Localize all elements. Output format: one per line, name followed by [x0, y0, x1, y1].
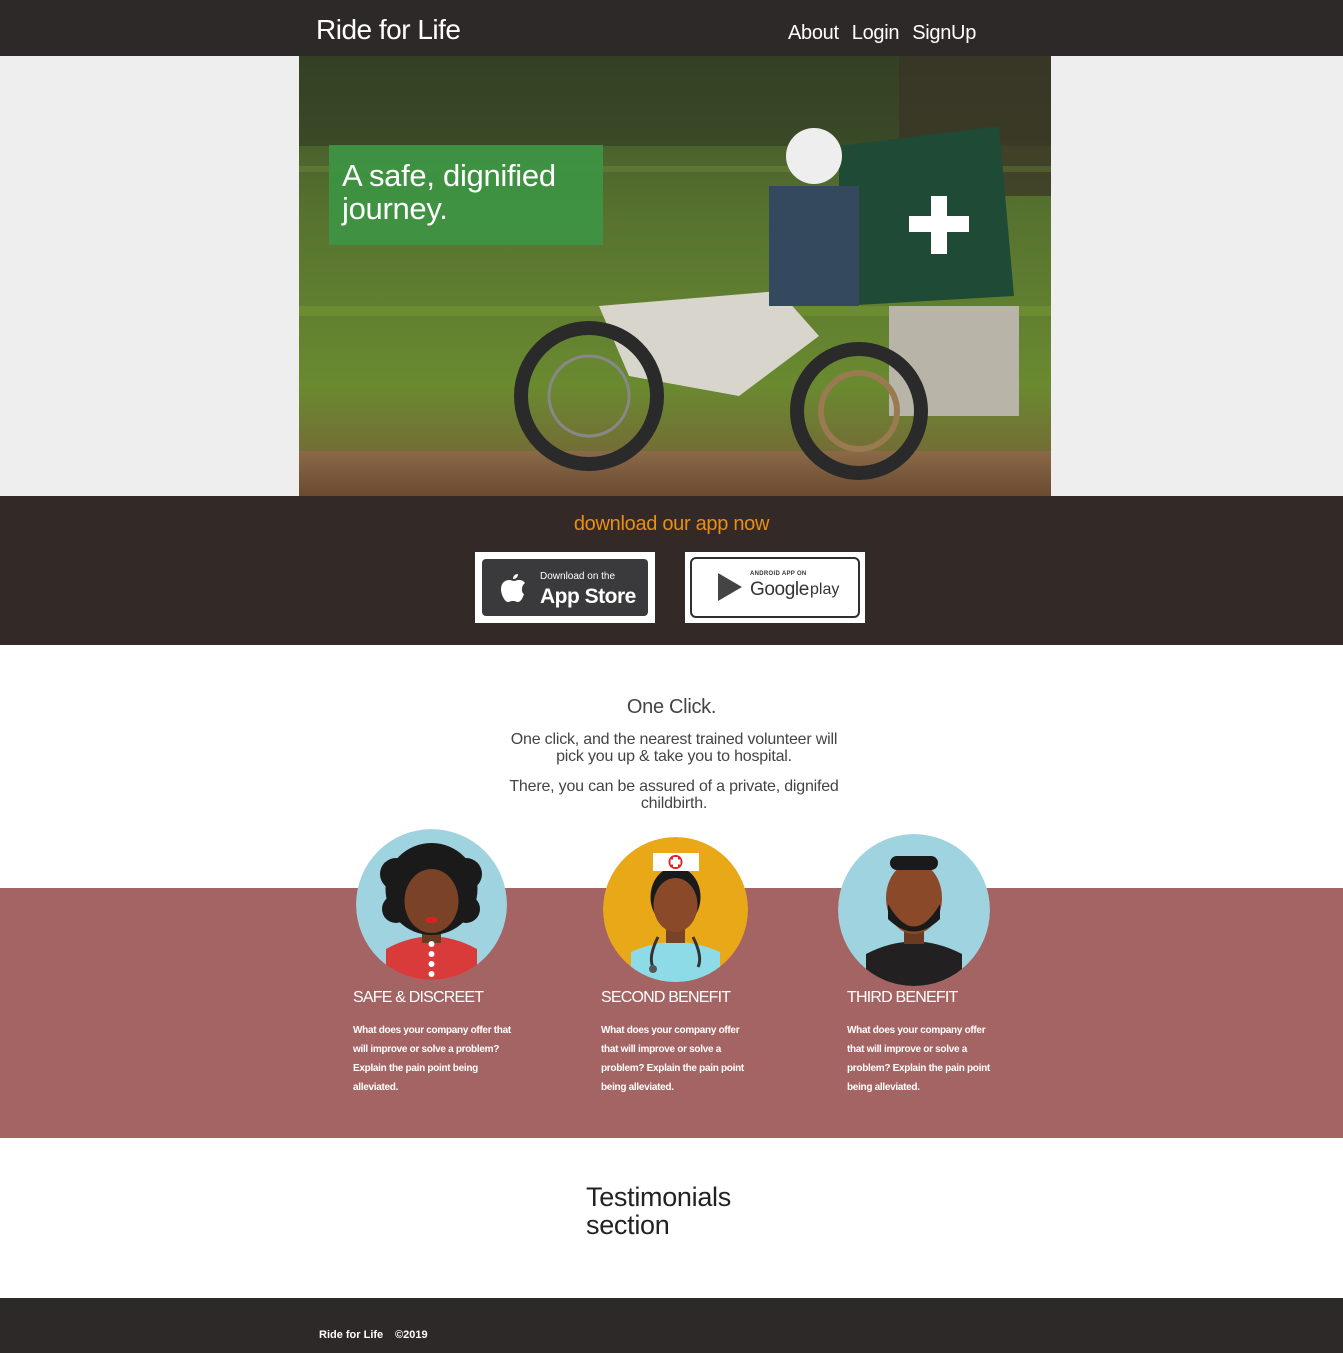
main-nav: About Login SignUp: [788, 22, 976, 45]
nav-about-link[interactable]: About: [788, 22, 839, 45]
footer: [0, 1298, 1343, 1353]
feature-2-title: SECOND BENEFIT: [601, 989, 731, 1006]
intro-paragraph-2: There, you can be assured of a private, …: [509, 778, 839, 812]
hero-caption-box: A safe, dignified journey.: [329, 145, 603, 245]
app-store-button[interactable]: Download on the App Store: [475, 552, 655, 623]
google-play-play-text: play: [810, 581, 840, 598]
app-store-big-text: App Store: [540, 585, 636, 608]
intro-title: One Click.: [626, 696, 717, 718]
google-play-badge: ANDROID APP ON Google play: [690, 557, 860, 618]
hero-caption-text: A safe, dignified journey.: [342, 158, 556, 226]
feature-1-title: SAFE & DISCREET: [353, 989, 484, 1006]
footer-brand: Ride for Life: [319, 1329, 384, 1341]
download-title: download our app now: [573, 513, 770, 535]
feature-1-text: What does your company offer that will i…: [353, 1025, 511, 1093]
woman-avatar-icon: [356, 829, 507, 980]
app-store-small-text: Download on the: [540, 571, 616, 582]
feature-3-text: What does your company offer that will i…: [847, 1025, 990, 1093]
brand-logo-link[interactable]: Ride for Life: [316, 14, 461, 46]
google-play-google-text: Google: [750, 579, 809, 600]
man-avatar-icon: [838, 834, 990, 986]
nav-login-link[interactable]: Login: [852, 22, 900, 45]
google-play-small-text: ANDROID APP ON: [750, 571, 807, 577]
footer-copyright: ©2019: [395, 1329, 428, 1341]
hero-image: [299, 56, 1051, 496]
nurse-avatar-icon: [603, 837, 748, 982]
testimonials-title: Testimonials section: [586, 1182, 731, 1240]
apple-icon: [501, 574, 525, 602]
nav-signup-link[interactable]: SignUp: [912, 22, 976, 45]
app-store-badge: Download on the App Store: [482, 559, 648, 616]
google-play-button[interactable]: ANDROID APP ON Google play: [685, 552, 865, 623]
feature-2-text: What does your company offer that will i…: [601, 1025, 744, 1093]
play-triangle-icon: [718, 573, 742, 601]
top-navbar: [0, 0, 1343, 56]
intro-paragraph-1: One click, and the nearest trained volun…: [510, 731, 838, 765]
feature-3-title: THIRD BENEFIT: [847, 989, 958, 1006]
